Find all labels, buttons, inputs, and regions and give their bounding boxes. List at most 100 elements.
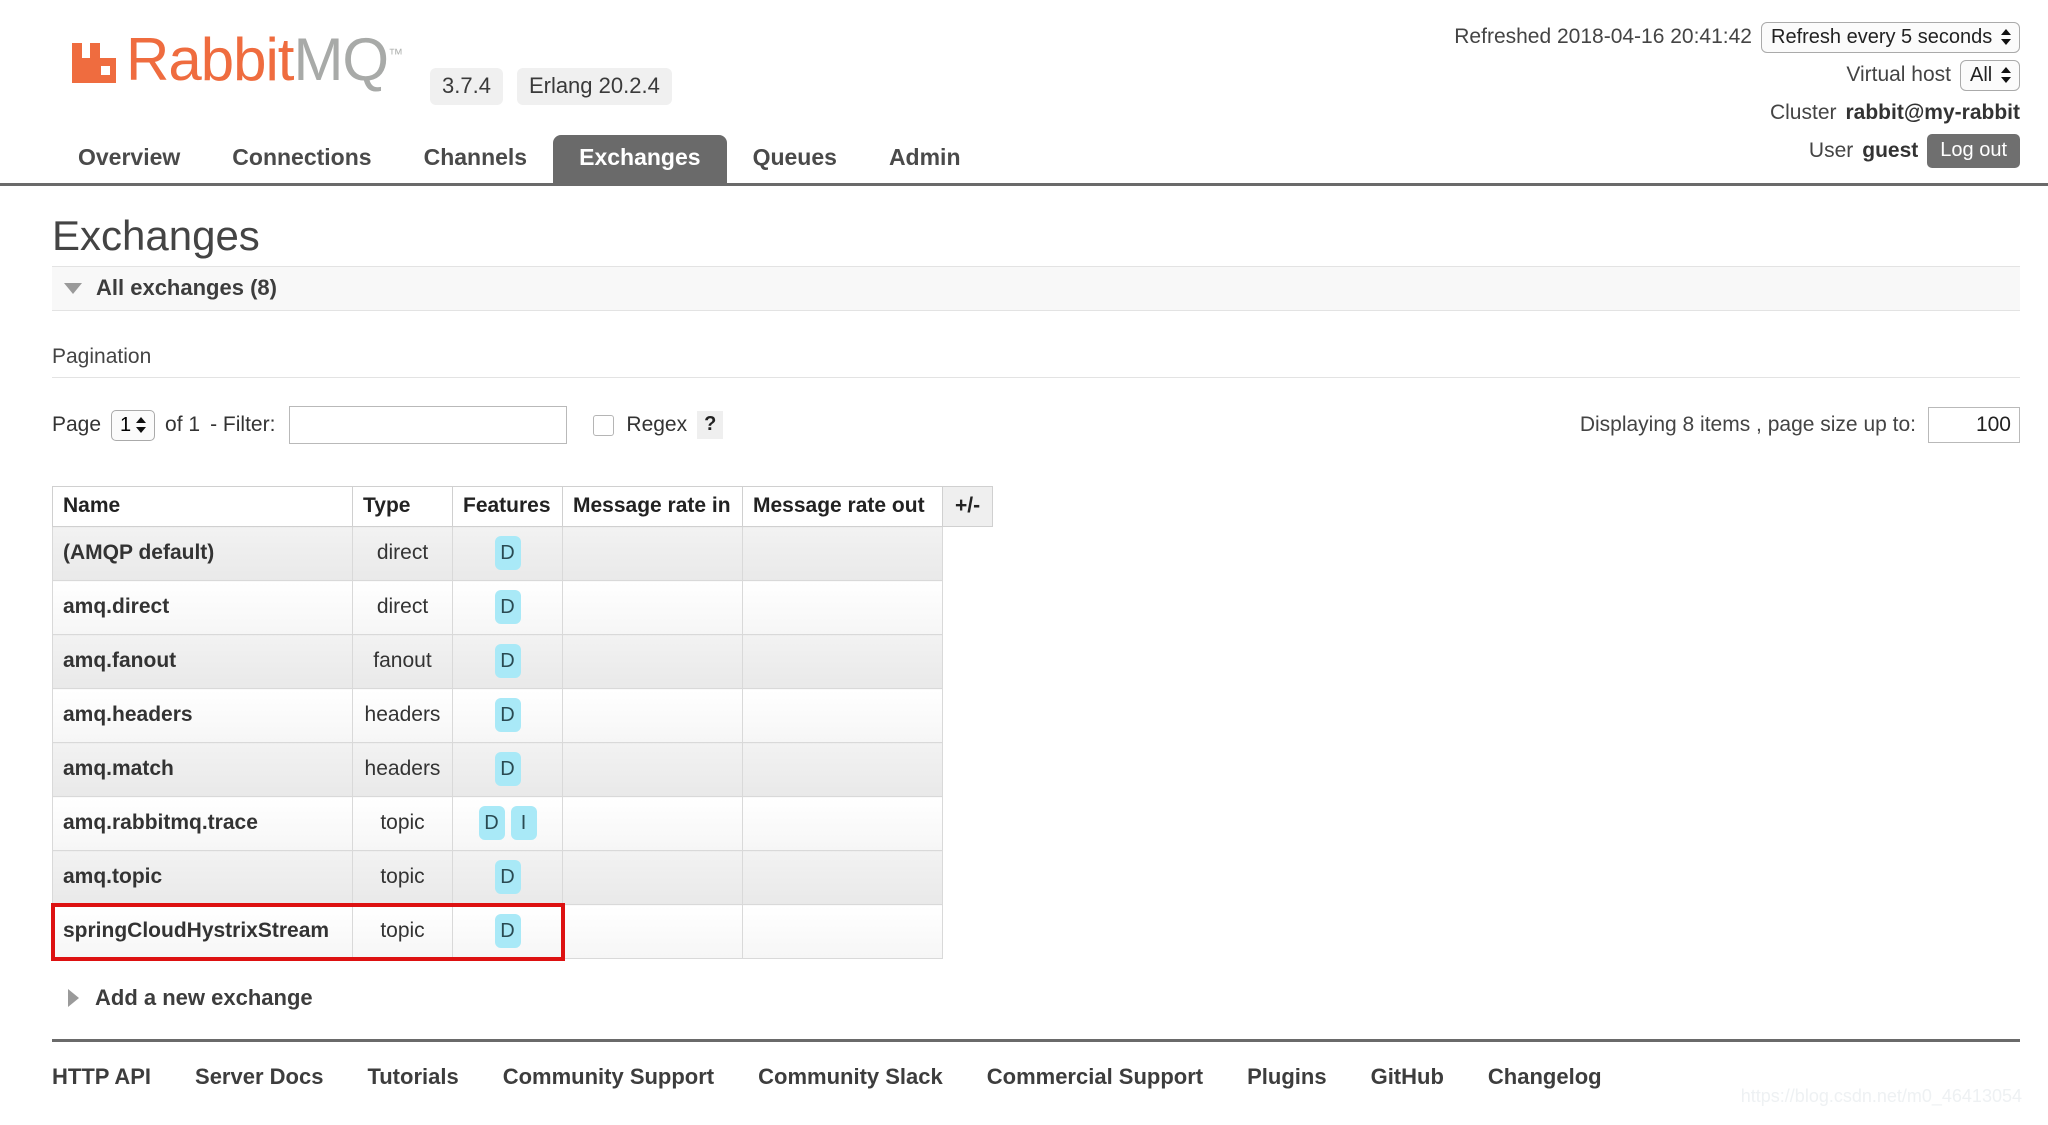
cell-exchange-type: headers (352, 688, 453, 743)
regex-help-icon[interactable]: ? (697, 411, 724, 439)
cell-exchange-type: topic (352, 850, 453, 905)
vhost-row: Virtual host All (1454, 56, 2020, 94)
refresh-interval-select-wrap[interactable]: Refresh every 5 seconds (1761, 18, 2020, 56)
table-row[interactable]: springCloudHystrixStream topic D (52, 904, 993, 959)
cell-message-rate-in (562, 904, 743, 959)
tab-connections[interactable]: Connections (206, 135, 397, 183)
cell-exchange-type: direct (352, 526, 453, 581)
page-label: Page (52, 413, 102, 436)
page-size-input[interactable] (1928, 407, 2020, 443)
tab-queues[interactable]: Queues (727, 135, 863, 183)
footer-link-commercial-support[interactable]: Commercial Support (987, 1064, 1203, 1090)
cell-message-rate-in (562, 742, 743, 797)
all-exchanges-section-header[interactable]: All exchanges (8) (52, 266, 2020, 311)
cell-exchange-name[interactable]: amq.direct (52, 580, 353, 635)
cell-message-rate-in (562, 850, 743, 905)
cell-exchange-features: D (452, 850, 563, 905)
cell-message-rate-in (562, 688, 743, 743)
cell-exchange-type: topic (352, 796, 453, 851)
cell-message-rate-out (742, 742, 943, 797)
feature-badge: D (494, 914, 521, 948)
cell-message-rate-in (562, 796, 743, 851)
cell-message-rate-out (742, 634, 943, 689)
cell-exchange-name[interactable]: amq.match (52, 742, 353, 797)
refresh-interval-select[interactable]: Refresh every 5 seconds (1761, 22, 2020, 53)
cell-exchange-features: D (452, 688, 563, 743)
column-toggle-button[interactable]: +/- (941, 486, 994, 527)
trademark-symbol: ™ (388, 46, 403, 63)
filter-label: - Filter: (210, 413, 276, 436)
column-header-name[interactable]: Name (52, 486, 353, 527)
pagination-divider (52, 377, 2020, 378)
table-row[interactable]: amq.fanout fanout D (52, 634, 993, 689)
table-row[interactable]: amq.direct direct D (52, 580, 993, 635)
cell-message-rate-out (742, 796, 943, 851)
collapse-triangle-down-icon[interactable] (64, 282, 82, 294)
table-row[interactable]: amq.topic topic D (52, 850, 993, 905)
footer-link-community-slack[interactable]: Community Slack (758, 1064, 943, 1090)
cell-message-rate-in (562, 580, 743, 635)
footer-link-tutorials[interactable]: Tutorials (367, 1064, 458, 1090)
regex-checkbox[interactable] (593, 414, 615, 436)
cell-exchange-name[interactable]: amq.topic (52, 850, 353, 905)
feature-badge: D (478, 806, 505, 840)
footer-link-github[interactable]: GitHub (1371, 1064, 1444, 1090)
exchanges-table-head: Name Type Features Message rate in Messa… (52, 486, 994, 527)
column-header-message-rate-in[interactable]: Message rate in (562, 486, 743, 527)
footer-link-server-docs[interactable]: Server Docs (195, 1064, 323, 1090)
main-navigation: Overview Connections Channels Exchanges … (0, 135, 2048, 186)
footer-link-http-api[interactable]: HTTP API (52, 1064, 151, 1090)
page-of-label: of 1 (165, 413, 201, 436)
feature-badge: D (494, 698, 521, 732)
footer-link-plugins[interactable]: Plugins (1247, 1064, 1326, 1090)
rabbit-logo-icon (68, 33, 122, 87)
tab-overview[interactable]: Overview (52, 135, 206, 183)
feature-badge: D (494, 644, 521, 678)
cell-exchange-name[interactable]: springCloudHystrixStream (52, 904, 353, 959)
cell-exchange-type: fanout (352, 634, 453, 689)
tab-admin[interactable]: Admin (863, 135, 987, 183)
pagination-controls: Page 1 of 1 - Filter: Regex ? Displaying… (52, 402, 2020, 448)
table-row[interactable]: amq.rabbitmq.trace topic D I (52, 796, 993, 851)
add-new-exchange-label: Add a new exchange (95, 985, 313, 1010)
exchanges-table-wrap: Name Type Features Message rate in Messa… (50, 486, 2048, 961)
cell-exchange-type: topic (352, 904, 453, 959)
vhost-select-wrap[interactable]: All (1960, 56, 2020, 94)
table-row[interactable]: amq.match headers D (52, 742, 993, 797)
footer-link-changelog[interactable]: Changelog (1488, 1064, 1602, 1090)
feature-badge: D (494, 752, 521, 786)
footer-link-community-support[interactable]: Community Support (503, 1064, 714, 1090)
erlang-version-badge: Erlang 20.2.4 (516, 68, 672, 105)
page-select-wrap[interactable]: 1 (111, 409, 156, 441)
logo-rabbit-text: Rabbit (126, 26, 294, 93)
cell-message-rate-out (742, 688, 943, 743)
cell-exchange-name[interactable]: (AMQP default) (52, 526, 353, 581)
pagination-label: Pagination (52, 345, 152, 368)
cluster-row: Cluster rabbit@my-rabbit (1454, 94, 2020, 132)
tab-exchanges[interactable]: Exchanges (553, 135, 727, 183)
cell-exchange-name[interactable]: amq.headers (52, 688, 353, 743)
filter-input[interactable] (289, 406, 568, 444)
vhost-select[interactable]: All (1960, 60, 2020, 91)
rabbitmq-logo[interactable]: RabbitMQ™ (68, 28, 403, 90)
vhost-label: Virtual host (1846, 63, 1951, 86)
rabbitmq-wordmark: RabbitMQ™ (126, 28, 403, 90)
cell-message-rate-out (742, 580, 943, 635)
rabbitmq-version-badge: 3.7.4 (430, 68, 503, 105)
nav-tabs: Overview Connections Channels Exchanges … (52, 135, 987, 183)
column-header-type[interactable]: Type (352, 486, 453, 527)
expand-triangle-right-icon[interactable] (68, 989, 79, 1007)
cluster-value: rabbit@my-rabbit (1845, 101, 2021, 124)
cluster-label: Cluster (1769, 101, 1837, 124)
cell-exchange-name[interactable]: amq.fanout (52, 634, 353, 689)
all-exchanges-label: All exchanges (8) (96, 275, 277, 300)
displaying-text: Displaying 8 items , page size up to: (1579, 413, 1916, 436)
table-row[interactable]: amq.headers headers D (52, 688, 993, 743)
tab-channels[interactable]: Channels (398, 135, 554, 183)
page-select[interactable]: 1 (111, 409, 156, 441)
feature-badge: I (510, 806, 537, 840)
column-header-message-rate-out[interactable]: Message rate out (742, 486, 943, 527)
table-row[interactable]: (AMQP default) direct D (52, 526, 993, 581)
cell-exchange-name[interactable]: amq.rabbitmq.trace (52, 796, 353, 851)
add-new-exchange-section[interactable]: Add a new exchange (52, 985, 2048, 1011)
